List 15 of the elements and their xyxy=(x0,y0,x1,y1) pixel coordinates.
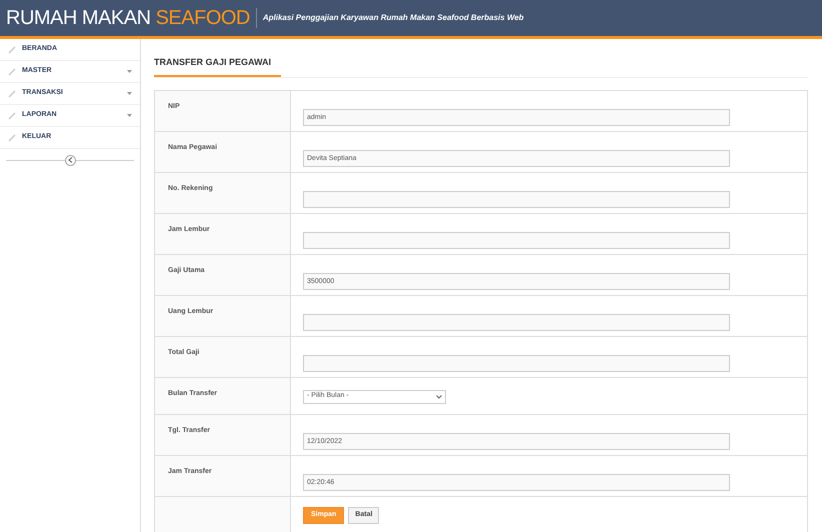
pencil-icon xyxy=(8,90,16,98)
collapse-sidebar-button[interactable] xyxy=(64,154,76,166)
chevron-left-icon xyxy=(68,157,72,163)
brand-logo[interactable]: RUMAH MAKAN SEAFOOD xyxy=(6,3,250,33)
pencil-icon xyxy=(8,46,16,54)
page-title: TRANSFER GAJI PEGAWAI xyxy=(154,56,282,76)
input-field[interactable] xyxy=(303,314,730,330)
pencil-icon xyxy=(8,112,16,120)
pencil-icon xyxy=(8,68,16,76)
app-tagline: Aplikasi Penggajian Karyawan Rumah Makan Seafood Berbasis Web xyxy=(262,12,524,24)
input-field[interactable] xyxy=(303,354,730,372)
input-field[interactable] xyxy=(303,232,730,248)
pencil-icon xyxy=(8,134,16,142)
chevron-down-icon xyxy=(436,394,442,398)
input-field[interactable] xyxy=(303,190,730,208)
